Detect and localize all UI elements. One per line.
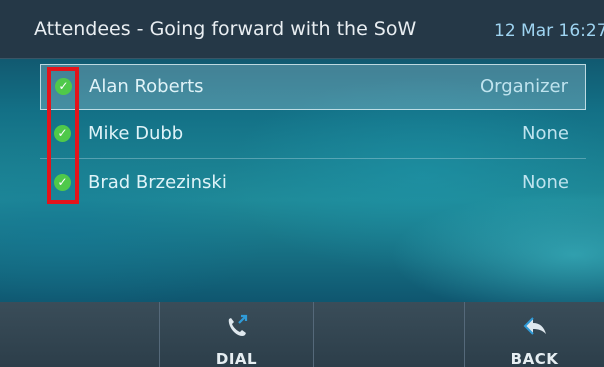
page-title: Attendees - Going forward with the SoW	[34, 18, 417, 40]
attendee-row[interactable]: ✓ Brad Brzezinski None	[40, 159, 586, 207]
date-time: 12 Mar 16:27	[494, 21, 604, 41]
attendee-row[interactable]: ✓ Alan Roberts Organizer	[40, 64, 586, 110]
attendee-role: None	[522, 172, 569, 193]
phone-screen: Attendees - Going forward with the SoW 1…	[0, 0, 604, 367]
softkey-empty-2	[313, 302, 464, 367]
back-button[interactable]: BACK	[464, 302, 604, 367]
softkey-empty-1	[0, 302, 159, 367]
red-highlight-box	[47, 67, 79, 204]
phone-call-icon	[228, 314, 247, 336]
dial-label: DIAL	[215, 350, 258, 367]
back-arrow-icon	[523, 317, 546, 335]
attendee-role: Organizer	[479, 76, 568, 97]
attendee-list: ✓ Alan Roberts Organizer ✓ Mike Dubb Non…	[40, 64, 586, 207]
attendee-name: Alan Roberts	[89, 76, 204, 97]
back-label: BACK	[510, 350, 559, 367]
attendee-name: Mike Dubb	[88, 123, 184, 144]
attendee-row[interactable]: ✓ Mike Dubb None	[40, 110, 586, 159]
attendee-role: None	[522, 123, 569, 144]
header-bar: Attendees - Going forward with the SoW 1…	[0, 0, 604, 59]
attendee-name: Brad Brzezinski	[88, 172, 227, 193]
dial-button[interactable]: DIAL	[159, 302, 313, 367]
softkey-bar: DIAL BACK	[0, 302, 604, 367]
